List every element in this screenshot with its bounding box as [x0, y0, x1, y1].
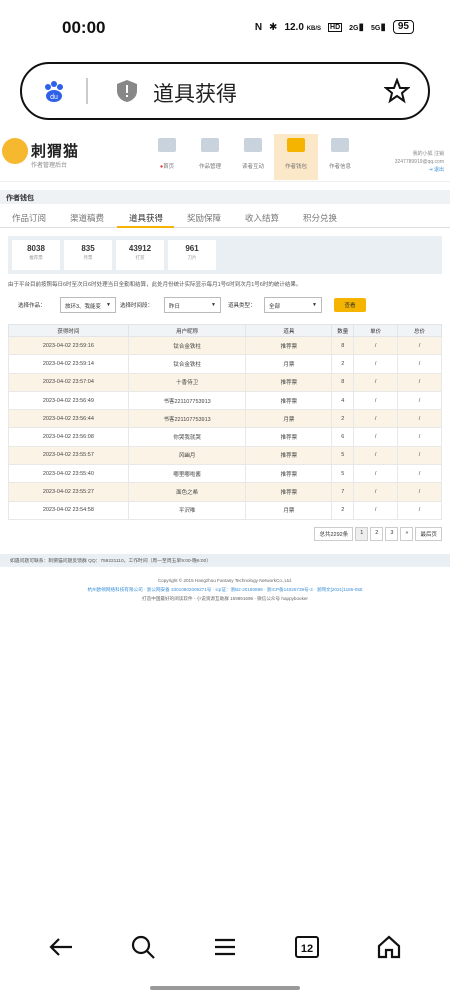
site-header: 刺猬猫 作者管理后台 ●首页 作品管理 读者互动 作者钱包 作者信息 我的小狐 …	[0, 130, 450, 182]
items-table: 获得时间 用户昵称 道具 数量 单价 总价 2023-04-02 23:59:1…	[8, 324, 442, 520]
table-row: 2023-04-02 23:56:44 书客221107753913 月票 2//	[8, 409, 442, 429]
table-row: 2023-04-02 23:55:40 嘟里嘟啦酱 推荐票 5//	[8, 464, 442, 484]
table-row: 2023-04-02 23:59:16 钛合金铁柱 推荐票 8//	[8, 335, 442, 356]
table-row: 2023-04-02 23:59:14 钛合金铁柱 月票 2//	[8, 354, 442, 374]
nav-reader-interaction[interactable]: 读者互动	[231, 134, 275, 180]
user-info: 我的小狐 注销 3247789919@qq.com ⇥ 退出	[394, 151, 444, 174]
query-button[interactable]: 查看	[334, 298, 366, 312]
status-bar: 00:00 N ✱ 12.0 KB/S HD 2G▮ 5G▮ 95	[0, 0, 450, 56]
back-arrow-icon[interactable]	[48, 934, 74, 960]
pagination: 总共2292条 1 2 3 » 最后页	[314, 527, 442, 541]
dropdown-caret-icon: ▼	[106, 302, 111, 308]
next-page-button[interactable]: »	[400, 527, 414, 541]
type-select[interactable]: 全部 ▼	[264, 297, 322, 313]
type-filter-label: 道具类型：	[228, 303, 256, 309]
home-icon	[158, 138, 176, 152]
web-page: 刺猬猫 作者管理后台 ●首页 作品管理 读者互动 作者钱包 作者信息 我的小狐 …	[0, 130, 450, 910]
site-logo[interactable]: 刺猬猫	[31, 140, 79, 161]
table-row: 2023-04-02 23:56:49 书客221107753913 推荐票 4//	[8, 390, 442, 411]
stats-panel: 8038 推荐票 835 月票 43912 打赏 961 刀片	[8, 236, 442, 274]
page-title[interactable]: 道具获得	[153, 78, 237, 108]
nav-author-info[interactable]: 作者信息	[318, 134, 362, 180]
page-3[interactable]: 3	[385, 527, 399, 541]
tab-channel-fees[interactable]: 渠道稿费	[70, 212, 104, 224]
tab-subscriptions[interactable]: 作品订阅	[12, 212, 46, 224]
table-header-row: 获得时间 用户昵称 道具 数量 单价 总价	[8, 324, 442, 337]
page-1[interactable]: 1	[355, 527, 369, 541]
clock: 00:00	[62, 18, 106, 37]
chat-icon	[244, 138, 262, 152]
active-tab-indicator	[117, 226, 174, 228]
work-select[interactable]: 旅环3、我能变 ▼	[60, 297, 116, 313]
hd-icon: HD	[328, 22, 343, 32]
table-row: 2023-04-02 23:55:27 面色之希 推荐票 7//	[8, 482, 442, 502]
table-row: 2023-04-02 23:57:04 十香侍卫 推荐票 8//	[8, 372, 442, 392]
bluetooth-icon: ✱	[269, 21, 278, 33]
stat-tips: 43912 打赏	[116, 240, 164, 270]
last-page-button[interactable]: 最后页	[415, 527, 442, 541]
stat-blades: 961 刀片	[168, 240, 216, 270]
logout-link[interactable]: ⇥ 退出	[395, 166, 444, 174]
menu-icon[interactable]	[212, 934, 238, 960]
address-bar[interactable]: du 道具获得	[20, 62, 430, 120]
book-icon	[201, 138, 219, 152]
tab-rewards[interactable]: 奖励保障	[187, 212, 221, 224]
divider	[86, 78, 88, 104]
signal-2g-icon: 2G▮	[349, 21, 365, 33]
contact-bar: 如遇问题可联系：刺猬猫问题反馈群 QQ：759221110，工作时间（周一至周五…	[0, 554, 450, 567]
status-icons: N ✱ 12.0 KB/S HD 2G▮ 5G▮ 95	[255, 20, 414, 34]
wallet-tabs: 作品订阅 渠道稿费 道具获得 奖励保障 收入结算 积分兑换	[0, 206, 450, 228]
work-filter-label: 选择作品：	[18, 303, 46, 309]
period-select[interactable]: 昨日 ▼	[164, 297, 221, 313]
tab-items-received[interactable]: 道具获得	[129, 212, 163, 224]
net-speed: 12.0 KB/S	[284, 21, 322, 33]
shield-icon[interactable]	[116, 79, 138, 103]
gesture-bar[interactable]	[150, 986, 300, 990]
tab-settlement[interactable]: 收入结算	[245, 212, 279, 224]
nav-home[interactable]: ●首页	[145, 134, 189, 180]
site-subtitle: 作者管理后台	[31, 163, 68, 169]
bookmark-star-icon[interactable]	[384, 78, 410, 104]
signal-5g-icon: 5G▮	[371, 21, 386, 33]
logo-mascot-icon[interactable]	[2, 138, 28, 164]
page-2[interactable]: 2	[370, 527, 384, 541]
table-row: 2023-04-02 23:55:57 风幽月 推荐票 5//	[8, 445, 442, 466]
stat-monthly: 835 月票	[64, 240, 112, 270]
table-row: 2023-04-02 23:56:08 你哭我就哭 推荐票 6//	[8, 427, 442, 447]
stat-recommend: 8038 推荐票	[12, 240, 60, 270]
period-filter-label: 选择时间段：	[120, 303, 154, 309]
nfc-icon: N	[254, 21, 263, 33]
profile-card-icon	[331, 138, 349, 152]
site-footer: Copyright © 2015 Hangzhou Fantasy Techno…	[87, 578, 363, 601]
nav-works[interactable]: 作品管理	[188, 134, 232, 180]
svg-text:du: du	[50, 94, 58, 101]
svg-text:12: 12	[301, 943, 313, 955]
filter-bar: 选择作品： 旅环3、我能变 ▼ 选择时间段： 昨日 ▼ 道具类型： 全部 ▼ 查看	[8, 296, 448, 314]
nav-wallet[interactable]: 作者钱包	[274, 134, 318, 180]
battery-icon: 95	[392, 20, 414, 34]
dropdown-caret-icon: ▼	[312, 302, 317, 308]
baidu-paw-icon[interactable]: du	[42, 79, 66, 103]
search-icon[interactable]	[130, 934, 156, 960]
wallet-icon	[287, 138, 305, 152]
dropdown-caret-icon: ▼	[211, 302, 216, 308]
table-row: 2023-04-02 23:54:58 平沢唯 月票 2//	[8, 500, 442, 520]
tabs-count-icon[interactable]: 12	[294, 934, 320, 960]
tab-points-exchange[interactable]: 积分兑换	[303, 212, 337, 224]
home-icon[interactable]	[376, 934, 402, 960]
section-title: 作者钱包	[0, 190, 450, 204]
total-count: 总共2292条	[314, 527, 354, 541]
notice-text: 由于平台目前按照每日6时至次日6时处理当日全勤和结算，此处月份统计实际显示每月1…	[8, 282, 302, 288]
